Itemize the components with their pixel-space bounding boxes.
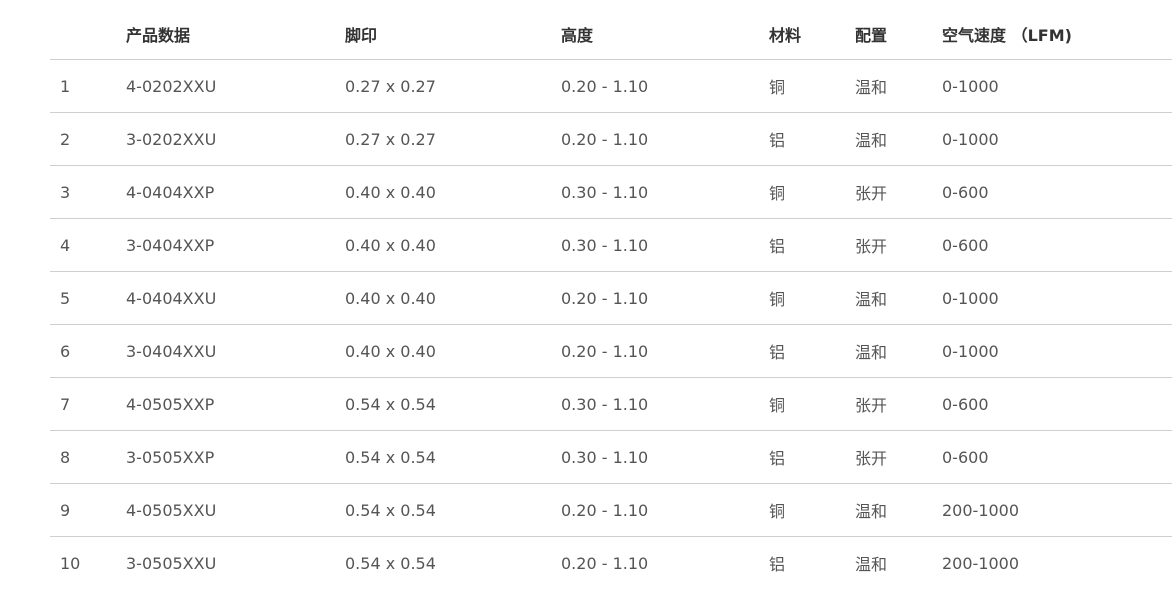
cell-material: 铜: [769, 271, 855, 325]
cell-footprint: 0.27 x 0.27: [345, 112, 561, 166]
cell-product-data: 4-0505XXU: [126, 483, 345, 537]
cell-configuration: 张开: [855, 218, 942, 272]
cell-air-speed: 200-1000: [942, 553, 1020, 573]
cell-footprint: 0.40 x 0.40: [345, 218, 561, 272]
cell-index: 10: [60, 553, 81, 573]
cell-footprint: 0.54 x 0.54: [345, 377, 561, 431]
cell-height: 0.20 - 1.10: [561, 553, 649, 573]
cell-air-speed: 0-1000: [942, 112, 1172, 166]
table-row: 7 4-0505XXP 0.54 x 0.54 0.30 - 1.10 铜 张开…: [50, 377, 1172, 431]
cell-material: 铜: [769, 483, 855, 537]
cell-material: 铜: [769, 165, 855, 219]
cell-material: 铝: [769, 218, 855, 272]
product-table-container: 产品数据 脚印 高度 材料 配置 空气速度 （LFM) 1 4-0202XXU …: [50, 8, 1172, 589]
cell-air-speed: 0-1000: [942, 59, 1172, 113]
cell-index: 7: [50, 377, 126, 431]
cell-index: 9: [50, 483, 126, 537]
cell-material: 铝: [769, 430, 855, 484]
cell-air-speed: 200-1000: [942, 483, 1172, 537]
header-product-data: 产品数据: [126, 8, 345, 60]
table-row: 4 3-0404XXP 0.40 x 0.40 0.30 - 1.10 铝 张开…: [50, 218, 1172, 272]
table-row: 8 3-0505XXP 0.54 x 0.54 0.30 - 1.10 铝 张开…: [50, 430, 1172, 484]
cell-index: 1: [50, 59, 126, 113]
cell-configuration: 温和: [855, 324, 942, 378]
cell-footprint: 0.40 x 0.40: [345, 324, 561, 378]
cell-product-data: 3-0202XXU: [126, 112, 345, 166]
cell-height: 0.20 - 1.10: [561, 483, 769, 537]
cell-product-data: 4-0404XXP: [126, 165, 345, 219]
cell-configuration: 温和: [855, 271, 942, 325]
cell-air-speed: 0-600: [942, 430, 1172, 484]
cell-air-speed: 0-600: [942, 165, 1172, 219]
cell-air-speed: 0-600: [942, 377, 1172, 431]
cell-height: 0.30 - 1.10: [561, 430, 769, 484]
cell-index: 4: [50, 218, 126, 272]
table-body: 1 4-0202XXU 0.27 x 0.27 0.20 - 1.10 铜 温和…: [50, 59, 1172, 590]
table-header: 产品数据 脚印 高度 材料 配置 空气速度 （LFM): [50, 8, 1172, 60]
table-row: 2 3-0202XXU 0.27 x 0.27 0.20 - 1.10 铝 温和…: [50, 112, 1172, 166]
cell-index: 8: [50, 430, 126, 484]
cell-index: 3: [50, 165, 126, 219]
cell-height: 0.20 - 1.10: [561, 59, 769, 113]
table-row: 9 4-0505XXU 0.54 x 0.54 0.20 - 1.10 铜 温和…: [50, 483, 1172, 537]
header-height: 高度: [561, 8, 769, 60]
cell-index: 5: [50, 271, 126, 325]
cell-configuration: 张开: [855, 377, 942, 431]
cell-product-data: 3-0404XXU: [126, 324, 345, 378]
cell-product-data: 4-0202XXU: [126, 59, 345, 113]
cell-footprint: 0.54 x 0.54: [345, 430, 561, 484]
table-row: 10 3-0505XXU 0.54 x 0.54 0.20 - 1.10 铝 温…: [50, 537, 1172, 590]
header-configuration: 配置: [855, 8, 942, 60]
header-air-speed: 空气速度 （LFM): [942, 8, 1172, 60]
cell-configuration: 张开: [855, 165, 942, 219]
cell-footprint: 0.27 x 0.27: [345, 59, 561, 113]
cell-footprint: 0.40 x 0.40: [345, 165, 561, 219]
cell-configuration: 温和: [855, 59, 942, 113]
cell-footprint: 0.54 x 0.54: [345, 553, 436, 573]
cell-product-data: 4-0505XXP: [126, 377, 345, 431]
table-row: 5 4-0404XXU 0.40 x 0.40 0.20 - 1.10 铜 温和…: [50, 271, 1172, 325]
cell-height: 0.20 - 1.10: [561, 271, 769, 325]
cell-material: 铜: [769, 59, 855, 113]
header-row: 产品数据 脚印 高度 材料 配置 空气速度 （LFM): [50, 8, 1172, 60]
cell-material: 铝: [769, 112, 855, 166]
cell-height: 0.20 - 1.10: [561, 112, 769, 166]
cell-configuration: 张开: [855, 430, 942, 484]
cell-footprint: 0.40 x 0.40: [345, 271, 561, 325]
table-row: 6 3-0404XXU 0.40 x 0.40 0.20 - 1.10 铝 温和…: [50, 324, 1172, 378]
header-index: [50, 8, 126, 60]
cell-air-speed: 0-600: [942, 218, 1172, 272]
cell-air-speed: 0-1000: [942, 324, 1172, 378]
cell-index: 2: [50, 112, 126, 166]
cell-height: 0.30 - 1.10: [561, 218, 769, 272]
cell-configuration: 温和: [855, 112, 942, 166]
cell-material: 铝: [769, 324, 855, 378]
table-row: 1 4-0202XXU 0.27 x 0.27 0.20 - 1.10 铜 温和…: [50, 59, 1172, 113]
cell-configuration: 温和: [855, 483, 942, 537]
header-material: 材料: [769, 8, 855, 60]
table-row: 3 4-0404XXP 0.40 x 0.40 0.30 - 1.10 铜 张开…: [50, 165, 1172, 219]
cell-material: 铝: [769, 555, 786, 574]
cell-air-speed: 0-1000: [942, 271, 1172, 325]
cell-footprint: 0.54 x 0.54: [345, 483, 561, 537]
cell-height: 0.30 - 1.10: [561, 165, 769, 219]
cell-product-data: 3-0404XXP: [126, 218, 345, 272]
cell-configuration: 温和: [855, 555, 888, 574]
cell-product-data: 3-0505XXU: [126, 553, 217, 573]
header-footprint: 脚印: [345, 8, 561, 60]
cell-index: 6: [50, 324, 126, 378]
product-data-table: 产品数据 脚印 高度 材料 配置 空气速度 （LFM) 1 4-0202XXU …: [50, 8, 1172, 589]
cell-product-data: 4-0404XXU: [126, 271, 345, 325]
cell-material: 铜: [769, 377, 855, 431]
cell-height: 0.30 - 1.10: [561, 377, 769, 431]
cell-height: 0.20 - 1.10: [561, 324, 769, 378]
cell-product-data: 3-0505XXP: [126, 430, 345, 484]
